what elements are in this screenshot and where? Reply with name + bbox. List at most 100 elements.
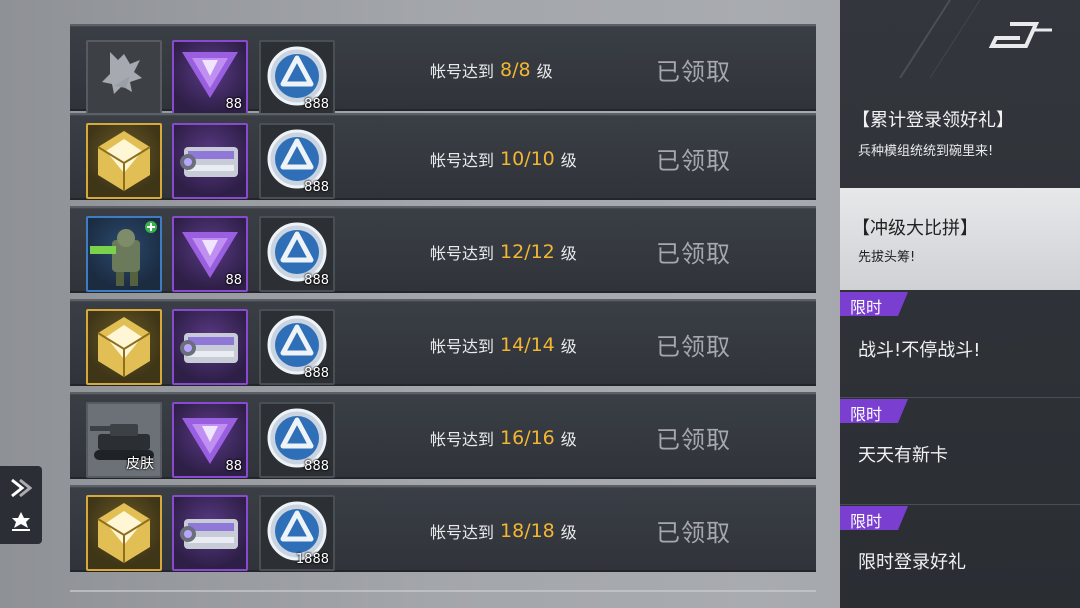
- level-suffix: 级: [560, 429, 577, 449]
- level-suffix: 级: [560, 150, 577, 170]
- reward-slot-module[interactable]: [172, 309, 248, 385]
- reward-slot-coin[interactable]: 888: [259, 309, 335, 385]
- limited-badge-label: 限时: [850, 512, 883, 531]
- level-requirement: 帐号达到 12/12 级: [430, 208, 577, 295]
- level-suffix: 级: [536, 61, 553, 81]
- reward-slot-coin[interactable]: 888: [259, 123, 335, 199]
- claimed-status: 已领取: [656, 426, 731, 454]
- reward-quantity: 88: [225, 273, 242, 288]
- sidebar-item-title: 【冲级大比拼】: [852, 218, 978, 239]
- reward-quantity: 888: [304, 180, 329, 195]
- sidebar-item-title: 战斗!不停战斗!: [858, 340, 981, 361]
- sidebar-header: [840, 0, 1080, 79]
- reward-slot-crystal[interactable]: 88: [172, 216, 248, 292]
- level-prefix: 帐号达到: [430, 336, 495, 356]
- brand-logo-icon: [899, 0, 1052, 79]
- reward-row: 皮肤 88 888 帐号达到 16/16 级 已领取: [70, 392, 816, 479]
- sidebar-item-subtitle: 先拔头筹!: [858, 250, 916, 265]
- limited-badge: 限时: [840, 399, 908, 424]
- level-progress: 10/10: [500, 147, 555, 170]
- claimed-status: 已领取: [656, 240, 731, 268]
- level-prefix: 帐号达到: [430, 61, 495, 81]
- reward-slot-coin[interactable]: 888: [259, 402, 335, 478]
- reward-slot-module[interactable]: [172, 123, 248, 199]
- reward-slot-coin[interactable]: 888: [259, 40, 335, 116]
- reward-slot-special[interactable]: [86, 40, 162, 116]
- level-prefix: 帐号达到: [430, 150, 495, 170]
- level-requirement: 帐号达到 14/14 级: [430, 301, 577, 388]
- sidebar-item-battle[interactable]: 限时 战斗!不停战斗!: [840, 292, 1080, 396]
- sidebar-item-level-race[interactable]: 【冲级大比拼】 先拔头筹!: [840, 188, 1080, 290]
- level-progress: 12/12: [500, 240, 555, 263]
- level-progress: 8/8: [500, 58, 531, 81]
- reward-quantity: 888: [304, 97, 329, 112]
- reward-list[interactable]: 88 888 帐号达到 8/8 级 已领取 888 帐号达到 10/10 级 已…: [70, 0, 816, 608]
- reward-quantity: 88: [225, 459, 242, 474]
- reward-slot-gold-crate[interactable]: [86, 495, 162, 571]
- level-prefix: 帐号达到: [430, 429, 495, 449]
- sidebar-item-subtitle: 兵种模组统统到碗里来!: [858, 144, 994, 159]
- list-bottom-divider: [70, 590, 816, 592]
- reward-row: 88 888 帐号达到 8/8 级 已领取: [70, 24, 816, 116]
- level-prefix: 帐号达到: [430, 522, 495, 542]
- sidebar-item-limited-login[interactable]: 限时 限时登录好礼: [840, 506, 1080, 608]
- limited-badge: 限时: [840, 506, 908, 531]
- limited-badge-label: 限时: [850, 298, 883, 317]
- reward-quantity: 1888: [295, 552, 329, 567]
- limited-badge: 限时: [840, 292, 908, 317]
- reward-slot-coin[interactable]: 1888: [259, 495, 335, 571]
- sidebar-item-daily-cards[interactable]: 限时 天天有新卡: [840, 399, 1080, 503]
- skin-label: 皮肤: [126, 456, 154, 472]
- reward-row: 888 帐号达到 14/14 级 已领取: [70, 299, 816, 386]
- reward-row: 1888 帐号达到 18/18 级 已领取: [70, 485, 816, 572]
- claimed-status: 已领取: [656, 58, 731, 86]
- level-suffix: 级: [560, 336, 577, 356]
- level-suffix: 级: [560, 522, 577, 542]
- reward-slot-crystal[interactable]: 88: [172, 40, 248, 116]
- reward-slot-gold-crate[interactable]: [86, 123, 162, 199]
- level-requirement: 帐号达到 18/18 级: [430, 487, 577, 574]
- reward-slot-crystal[interactable]: 88: [172, 402, 248, 478]
- sidebar-item-title: 限时登录好礼: [858, 552, 966, 573]
- reward-row: 88 888 帐号达到 12/12 级 已领取: [70, 206, 816, 293]
- reward-row: 888 帐号达到 10/10 级 已领取: [70, 113, 816, 200]
- module-capsule-icon: [180, 519, 238, 549]
- sidebar-divider: [840, 504, 1080, 505]
- reward-slot-gold-crate[interactable]: [86, 309, 162, 385]
- level-requirement: 帐号达到 16/16 级: [430, 394, 577, 481]
- event-screen: 88 888 帐号达到 8/8 级 已领取 888 帐号达到 10/10 级 已…: [0, 0, 1080, 608]
- level-prefix: 帐号达到: [430, 243, 495, 263]
- level-requirement: 帐号达到 8/8 级: [430, 26, 553, 113]
- plus-icon: [145, 221, 157, 233]
- reward-quantity: 88: [225, 97, 242, 112]
- reward-quantity: 888: [304, 273, 329, 288]
- special-icon: [102, 52, 142, 94]
- sidebar-item-title: 【累计登录领好礼】: [852, 110, 1014, 131]
- reward-quantity: 888: [304, 366, 329, 381]
- level-requirement: 帐号达到 10/10 级: [430, 115, 577, 202]
- limited-badge-label: 限时: [850, 405, 883, 424]
- reward-slot-module[interactable]: [172, 495, 248, 571]
- sidebar-divider: [840, 397, 1080, 398]
- gold-crate-icon: [97, 131, 151, 191]
- level-progress: 16/16: [500, 426, 555, 449]
- event-sidebar: 【累计登录领好礼】 兵种模组统统到碗里来! 【冲级大比拼】 先拔头筹! 限时 战…: [840, 0, 1080, 608]
- claimed-status: 已领取: [656, 519, 731, 547]
- module-capsule-icon: [180, 147, 238, 177]
- claimed-status: 已领取: [656, 147, 731, 175]
- reward-quantity: 888: [304, 459, 329, 474]
- gold-crate-icon: [97, 317, 151, 377]
- sidebar-item-title: 天天有新卡: [858, 445, 948, 466]
- module-capsule-icon: [180, 333, 238, 363]
- level-progress: 14/14: [500, 333, 555, 356]
- side-menu-tab[interactable]: [0, 466, 42, 544]
- reward-slot-coin[interactable]: 888: [259, 216, 335, 292]
- reward-slot-skin[interactable]: 皮肤: [86, 402, 162, 478]
- sidebar-item-login-rewards[interactable]: 【累计登录领好礼】 兵种模组统统到碗里来!: [840, 96, 1080, 186]
- level-suffix: 级: [560, 243, 577, 263]
- claimed-status: 已领取: [656, 333, 731, 361]
- level-progress: 18/18: [500, 519, 555, 542]
- reward-slot-unit[interactable]: [86, 216, 162, 292]
- gold-crate-icon: [97, 503, 151, 563]
- side-menu-icons: [11, 478, 33, 531]
